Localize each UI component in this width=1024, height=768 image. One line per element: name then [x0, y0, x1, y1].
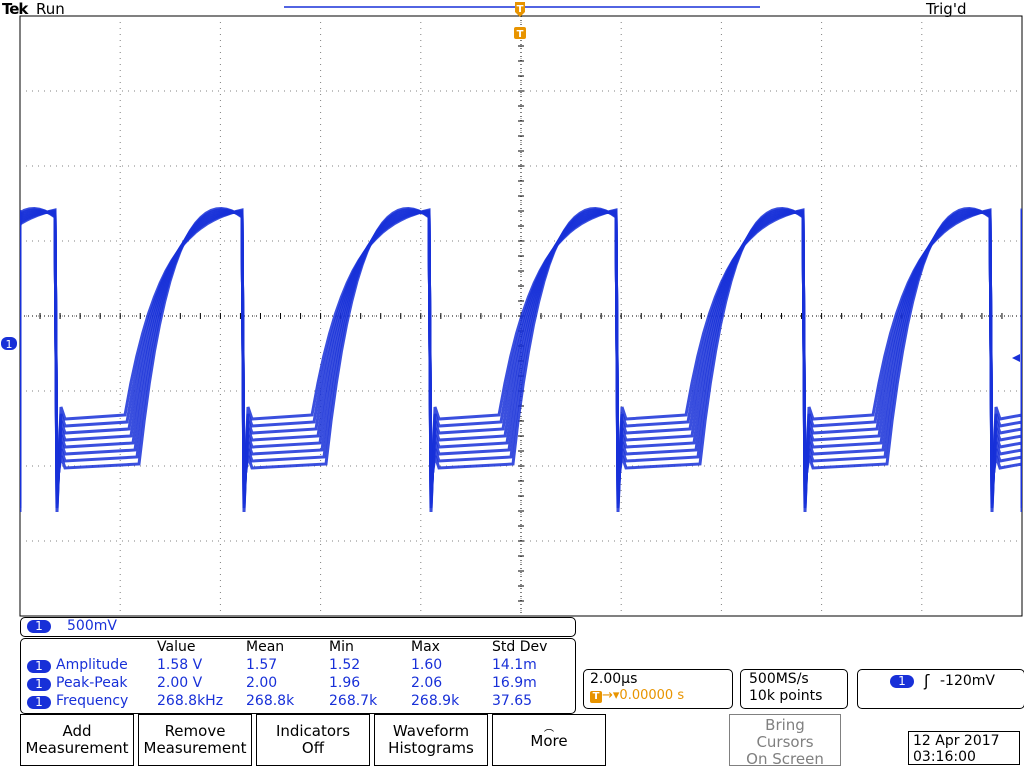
row2-value: 2.00 V [157, 675, 203, 691]
trigger-t-icon: T [590, 691, 602, 703]
header-std-dev: Std Dev [492, 639, 548, 655]
row2-max: 2.06 [411, 675, 443, 691]
acquisition-box[interactable]: 500MS/s 10k points [740, 669, 848, 709]
row1-value: 1.58 V [157, 657, 203, 673]
datetime-display[interactable]: 12 Apr 2017 03:16:00 [908, 731, 1020, 765]
row2-channel-badge: 1 [27, 678, 51, 691]
trigger-source-badge: 1 [890, 675, 914, 688]
row1-name: Amplitude [56, 657, 128, 673]
trigger-status: Trig'd [926, 0, 967, 18]
waveform-histograms-label-1: Waveform [392, 722, 470, 740]
trigger-marker-label: T [517, 4, 524, 15]
time-per-division: 2.00µs [590, 671, 638, 687]
remove-measurement-label-1: Remove [164, 722, 226, 740]
header-min: Min [329, 639, 354, 655]
row2-name: Peak-Peak [56, 675, 128, 691]
horizontal-position: T →▾0.00000 s [590, 688, 684, 703]
row1-max: 1.60 [411, 657, 443, 673]
header-value: Value [157, 639, 196, 655]
add-measurement-button[interactable]: Add Measurement [20, 714, 134, 766]
indicators-button[interactable]: Indicators Off [256, 714, 370, 766]
brand-logo: Tek [2, 0, 28, 18]
header-mean: Mean [246, 639, 285, 655]
date: 12 Apr 2017 [913, 733, 1000, 749]
row2-std-dev: 16.9m [492, 675, 537, 691]
indicators-label-2: Off [301, 739, 325, 757]
more-label: More [530, 732, 568, 750]
row3-std-dev: 37.65 [492, 693, 533, 709]
horizontal-settings-box[interactable]: 2.00µs T →▾0.00000 s [583, 669, 733, 709]
row3-value: 268.8kHz [157, 693, 224, 709]
row1-channel-badge: 1 [27, 660, 51, 673]
sample-rate: 500MS/s [749, 671, 809, 687]
bring-cursors-label-3: On Screen [746, 750, 824, 768]
add-measurement-label-2: Measurement [25, 739, 129, 757]
add-measurement-label-1: Add [62, 722, 92, 740]
ground-marker-label: 1 [6, 338, 13, 351]
bring-cursors-label-1: Bring [765, 716, 805, 734]
run-status: Run [36, 0, 65, 18]
channel1-badge: 1 [27, 620, 51, 633]
row2-mean: 2.00 [246, 675, 278, 691]
row1-std-dev: 14.1m [492, 657, 537, 673]
row3-max: 268.9k [411, 693, 460, 709]
trigger-marker-label-2: T [517, 29, 524, 40]
row3-channel-badge: 1 [27, 696, 51, 709]
waveform-histograms-button[interactable]: Waveform Histograms [374, 714, 488, 766]
row2-min: 1.96 [329, 675, 361, 691]
channel1-ground-marker[interactable]: 1 [1, 337, 17, 351]
row3-name: Frequency [56, 693, 129, 709]
time: 03:16:00 [913, 749, 976, 765]
remove-measurement-label-2: Measurement [143, 739, 247, 757]
header-max: Max [411, 639, 440, 655]
row3-mean: 268.8k [246, 693, 295, 709]
waveform-persistence-trace [20, 210, 1022, 497]
trigger-position-marker[interactable]: T T [514, 2, 526, 40]
remove-measurement-button[interactable]: Remove Measurement [138, 714, 252, 766]
rising-edge-icon: ʃ [924, 671, 930, 690]
indicators-label-1: Indicators [275, 722, 351, 740]
channel1-scale-box[interactable]: 1 500mV [20, 617, 576, 637]
row1-min: 1.52 [329, 657, 361, 673]
trigger-level-marker[interactable] [1012, 354, 1020, 362]
trigger-level: -120mV [940, 673, 995, 689]
measurement-table: Value Mean Min Max Std Dev 1 Amplitude 1… [20, 638, 576, 714]
row1-mean: 1.57 [246, 657, 278, 673]
horizontal-position-value: 0.00000 s [619, 688, 685, 703]
channel1-vertical-scale: 500mV [67, 618, 117, 634]
more-button[interactable]: ︵ More [492, 714, 606, 766]
row3-min: 268.7k [329, 693, 378, 709]
record-length: 10k points [749, 688, 823, 704]
trigger-settings-box[interactable]: 1 ʃ -120mV [857, 669, 1024, 709]
bring-cursors-label-2: Cursors [756, 733, 814, 751]
bring-cursors-button[interactable]: Bring Cursors On Screen [729, 714, 841, 768]
waveform-histograms-label-2: Histograms [388, 739, 474, 757]
